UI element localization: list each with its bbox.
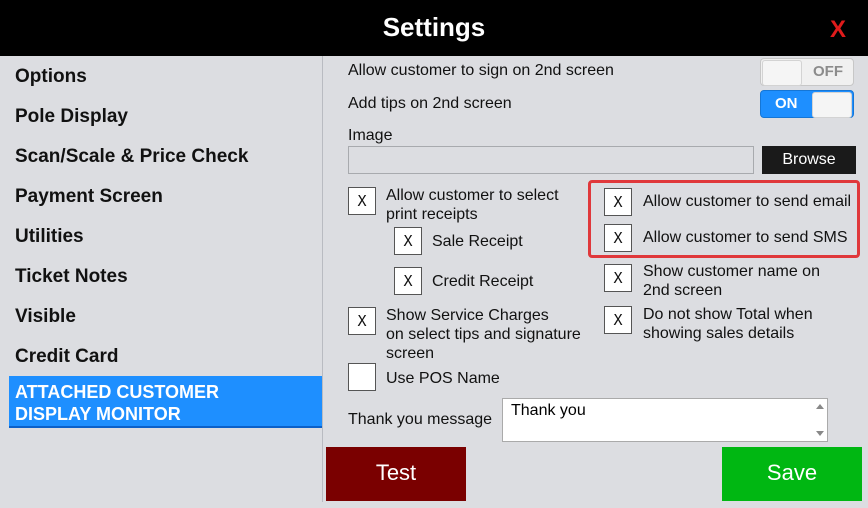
show-customer-name-checkbox[interactable]: X — [604, 264, 632, 292]
label-line: print receipts — [386, 206, 478, 223]
label-line: screen — [386, 345, 435, 362]
thank-you-label: Thank you message — [348, 411, 493, 428]
save-button[interactable]: Save — [722, 447, 862, 501]
toggle-knob — [762, 60, 802, 86]
close-button[interactable]: X — [830, 16, 846, 44]
sidebar-item-ticket-notes[interactable]: Ticket Notes — [15, 266, 128, 288]
image-path-input[interactable] — [348, 146, 754, 174]
settings-panel: Allow customer to sign on 2nd screen OFF… — [324, 56, 868, 508]
send-email-label: Allow customer to send email — [643, 193, 852, 210]
toggle-knob — [812, 92, 852, 118]
browse-button[interactable]: Browse — [762, 146, 856, 174]
sidebar: Options Pole Display Scan/Scale & Price … — [6, 56, 323, 502]
label-line: Show Service Charges — [386, 307, 549, 324]
sidebar-item-utilities[interactable]: Utilities — [15, 226, 84, 248]
credit-receipt-checkbox[interactable]: X — [394, 267, 422, 295]
sidebar-item-options[interactable]: Options — [15, 66, 87, 88]
sidebar-item-scan-scale[interactable]: Scan/Scale & Price Check — [15, 146, 248, 168]
scroll-up-icon[interactable] — [816, 404, 824, 409]
credit-receipt-label: Credit Receipt — [432, 273, 534, 290]
sale-receipt-label: Sale Receipt — [432, 233, 523, 250]
label-line: on select tips and signature — [386, 326, 581, 343]
textarea-scrollbar[interactable] — [814, 400, 826, 440]
send-email-checkbox[interactable]: X — [604, 188, 632, 216]
label-line: Allow customer to select — [386, 187, 559, 204]
label-line: Show customer name on — [643, 263, 820, 280]
send-sms-label: Allow customer to send SMS — [643, 229, 848, 246]
label-line: showing sales details — [643, 325, 795, 342]
use-pos-name-label: Use POS Name — [386, 370, 500, 387]
select-receipts-checkbox[interactable]: X — [348, 187, 376, 215]
sidebar-item-pole-display[interactable]: Pole Display — [15, 106, 128, 128]
label-line: 2nd screen — [643, 282, 723, 299]
label-line: Do not show Total when — [643, 306, 813, 323]
select-receipts-label: Allow customer to select print receipts — [386, 186, 559, 224]
sidebar-item-payment-screen[interactable]: Payment Screen — [15, 186, 163, 208]
hide-total-checkbox[interactable]: X — [604, 306, 632, 334]
title-bar: Settings X — [0, 0, 868, 56]
scroll-down-icon[interactable] — [816, 431, 824, 436]
sidebar-item-credit-card[interactable]: Credit Card — [15, 346, 118, 368]
send-sms-checkbox[interactable]: X — [604, 224, 632, 252]
sidebar-item-visible[interactable]: Visible — [15, 306, 76, 328]
sale-receipt-checkbox[interactable]: X — [394, 227, 422, 255]
tips-2nd-screen-label: Add tips on 2nd screen — [348, 95, 512, 112]
sidebar-item-label: DISPLAY MONITOR — [15, 404, 181, 424]
use-pos-name-checkbox[interactable] — [348, 363, 376, 391]
hide-total-label: Do not show Total when showing sales det… — [643, 305, 813, 343]
tips-2nd-screen-toggle[interactable]: ON — [760, 90, 854, 118]
show-customer-name-label: Show customer name on 2nd screen — [643, 262, 820, 300]
test-button[interactable]: Test — [326, 447, 466, 501]
sidebar-item-attached-customer-display[interactable]: ATTACHED CUSTOMER DISPLAY MONITOR — [9, 376, 322, 428]
service-charges-checkbox[interactable]: X — [348, 307, 376, 335]
toggle-state: OFF — [813, 63, 843, 80]
sign-2nd-screen-label: Allow customer to sign on 2nd screen — [348, 62, 614, 79]
toggle-state: ON — [775, 95, 798, 112]
window-title: Settings — [382, 12, 486, 42]
sign-2nd-screen-toggle[interactable]: OFF — [760, 58, 854, 86]
sidebar-item-label: ATTACHED CUSTOMER — [15, 382, 219, 402]
service-charges-label: Show Service Charges on select tips and … — [386, 306, 581, 363]
thank-you-message-text: Thank you — [511, 402, 586, 419]
thank-you-message-input[interactable]: Thank you — [502, 398, 828, 442]
image-label: Image — [348, 127, 393, 144]
